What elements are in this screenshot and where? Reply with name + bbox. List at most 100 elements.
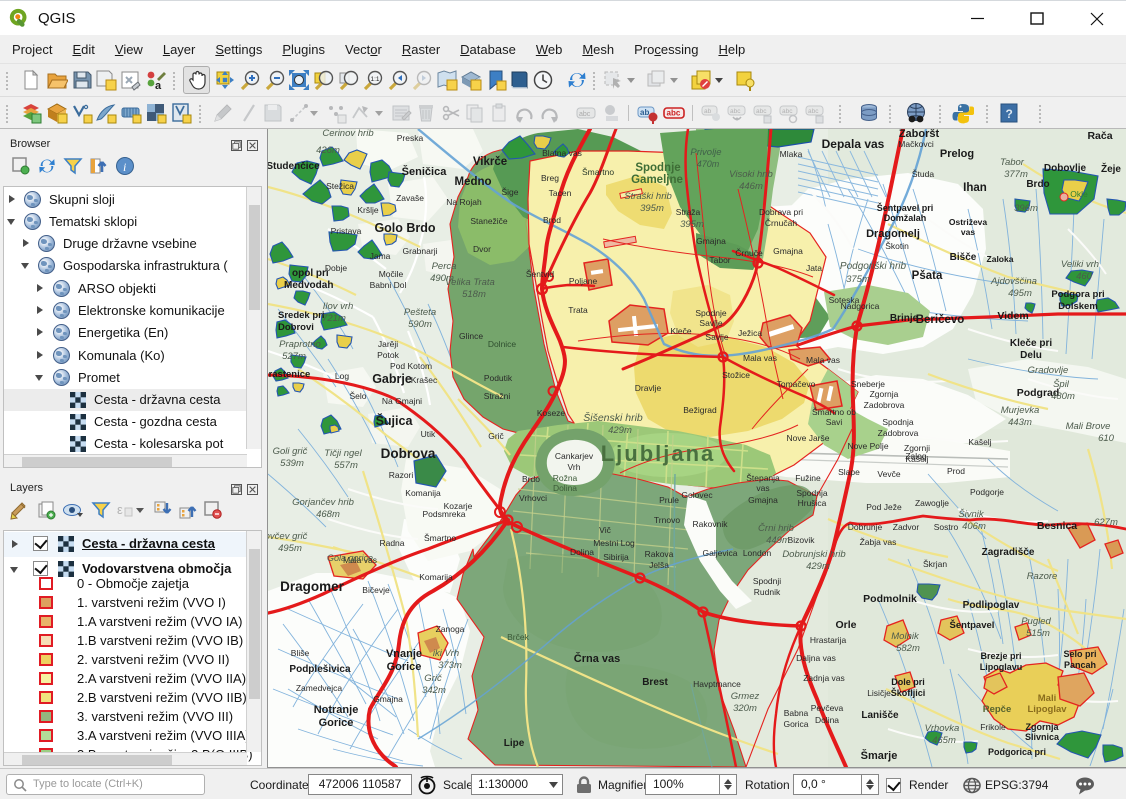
svg-text:Šišenski hrib: Šišenski hrib xyxy=(583,411,643,424)
svg-text:Na Rojah: Na Rojah xyxy=(446,197,482,207)
svg-text:Šentpavel: Šentpavel xyxy=(950,619,995,631)
svg-text:Gradovlje: Gradovlje xyxy=(1028,365,1069,376)
svg-text:Zgornja: Zgornja xyxy=(1026,722,1060,732)
svg-text:Pristava: Pristava xyxy=(331,226,362,236)
svg-text:Šige: Šige xyxy=(501,187,518,197)
svg-text:abc: abc xyxy=(730,108,741,115)
svg-text:?: ? xyxy=(1006,107,1013,121)
svg-text:Tomačevo: Tomačevo xyxy=(777,379,816,389)
svg-text:Ljubljana: Ljubljana xyxy=(601,441,716,466)
svg-text:Brezje pri: Brezje pri xyxy=(980,651,1021,661)
svg-text:Stožice: Stožice xyxy=(722,370,750,380)
svg-text:610: 610 xyxy=(1098,433,1115,444)
svg-text:Zadobrova: Zadobrova xyxy=(864,400,905,410)
svg-text:Gorjančev hrib: Gorjančev hrib xyxy=(292,497,354,508)
svg-text:406m: 406m xyxy=(962,521,986,532)
svg-text:Stanežiče: Stanežiče xyxy=(470,216,508,226)
svg-text:Podgora pri: Podgora pri xyxy=(1051,289,1104,300)
svg-text:Lipoglav: Lipoglav xyxy=(1027,704,1067,715)
svg-text:Zgornji: Zgornji xyxy=(904,443,930,453)
svg-text:Grmez: Grmez xyxy=(731,691,760,702)
svg-text:Daljna vas: Daljna vas xyxy=(796,653,836,663)
svg-text:Veliki vrh: Veliki vrh xyxy=(1061,259,1099,270)
svg-text:Slivnica: Slivnica xyxy=(1025,732,1060,742)
svg-text:Galjevica: Galjevica xyxy=(703,548,738,558)
svg-text:Pod Kotom: Pod Kotom xyxy=(390,361,432,371)
svg-text:Hrastenice: Hrastenice xyxy=(268,369,310,380)
svg-text:Dvor: Dvor xyxy=(473,244,491,254)
svg-text:495m: 495m xyxy=(1008,288,1032,299)
svg-text:Špil: Špil xyxy=(1053,379,1070,390)
svg-text:Lisičje: Lisičje xyxy=(867,688,891,698)
svg-text:Koseze: Koseze xyxy=(537,408,566,418)
svg-text:Podmolnik: Podmolnik xyxy=(863,593,917,605)
svg-text:Videm: Videm xyxy=(997,310,1028,322)
svg-text:Kašelj: Kašelj xyxy=(968,437,991,447)
svg-text:Kozarje: Kozarje xyxy=(444,501,473,511)
svg-text:Brod: Brod xyxy=(543,215,561,225)
svg-text:Škofljici: Škofljici xyxy=(891,687,926,698)
svg-text:vas: vas xyxy=(756,483,769,493)
svg-text:Rakova: Rakova xyxy=(645,549,674,559)
svg-text:Babna: Babna xyxy=(784,708,809,718)
svg-text:Ostriževa: Ostriževa xyxy=(949,217,988,227)
svg-text:i: i xyxy=(123,160,126,174)
svg-text:Velika Trata: Velika Trata xyxy=(445,277,495,288)
svg-text:Zagradišče: Zagradišče xyxy=(982,547,1035,558)
svg-text:Ihan: Ihan xyxy=(963,182,987,194)
svg-text:Šeničica: Šeničica xyxy=(402,165,448,178)
svg-text:Dobrunje: Dobrunje xyxy=(848,522,883,532)
svg-text:Dobrunjski hrib: Dobrunjski hrib xyxy=(782,549,845,560)
svg-text:Črnuče: Črnuče xyxy=(735,248,763,258)
svg-text:Zawoglje: Zawoglje xyxy=(915,498,949,508)
svg-text:Brinje: Brinje xyxy=(890,313,919,324)
svg-text:Domžalah: Domžalah xyxy=(884,213,927,223)
svg-text:Lipe: Lipe xyxy=(504,738,525,749)
svg-text:Podgorica pri: Podgorica pri xyxy=(988,747,1046,757)
svg-text:Šivnik: Šivnik xyxy=(958,509,985,520)
svg-text:Lipoglavu: Lipoglavu xyxy=(980,662,1023,672)
svg-text:Glince: Glince xyxy=(459,331,483,341)
svg-text:Mačkovci: Mačkovci xyxy=(898,139,934,149)
svg-text:Pancah: Pancah xyxy=(1064,660,1096,670)
svg-text:Trata: Trata xyxy=(568,305,588,315)
svg-text:Delu: Delu xyxy=(1020,350,1042,361)
svg-text:Spodnji: Spodnji xyxy=(753,576,781,586)
svg-text:465m: 465m xyxy=(932,735,956,746)
svg-text:vas: vas xyxy=(961,227,975,237)
svg-text:Dolina: Dolina xyxy=(815,715,839,725)
svg-text:Šmartno: Šmartno xyxy=(424,533,456,543)
svg-text:Tacen: Tacen xyxy=(549,188,572,198)
svg-text:Fužine: Fužine xyxy=(795,473,821,483)
svg-text:Čerinov hrib: Čerinov hrib xyxy=(322,129,373,139)
svg-text:Studenčice: Studenčice xyxy=(268,161,320,172)
svg-text:Radna: Radna xyxy=(379,538,404,548)
svg-text:582m: 582m xyxy=(896,643,920,654)
svg-text:Zamedvejca: Zamedvejca xyxy=(296,683,343,693)
svg-text:Depala vas: Depala vas xyxy=(822,137,885,151)
svg-text:Prule: Prule xyxy=(659,495,679,505)
svg-text:Dragomelj: Dragomelj xyxy=(866,228,920,240)
svg-text:Žeje: Žeje xyxy=(1101,162,1121,175)
svg-text:Vič: Vič xyxy=(599,525,611,535)
svg-text:Mali Brove: Mali Brove xyxy=(1066,421,1111,432)
svg-text:460: 460 xyxy=(1076,271,1093,282)
svg-text:Babni Dol: Babni Dol xyxy=(370,280,407,290)
svg-text:Cankarjev: Cankarjev xyxy=(555,451,594,461)
svg-text:Podlipoglav: Podlipoglav xyxy=(963,600,1020,611)
svg-text:Nove Polje: Nove Polje xyxy=(847,441,888,451)
svg-text:Mestni Log: Mestni Log xyxy=(593,538,635,548)
svg-text:Škotin: Škotin xyxy=(885,241,909,251)
svg-text:Vikrče: Vikrče xyxy=(473,156,507,168)
svg-text:Breg: Breg xyxy=(541,173,559,183)
svg-text:Gorice: Gorice xyxy=(387,661,422,673)
svg-text:iki Vrh: iki Vrh xyxy=(433,648,459,659)
svg-text:443m: 443m xyxy=(1008,417,1032,428)
svg-text:Gorice: Gorice xyxy=(319,717,354,729)
svg-text:Pod Ježe: Pod Ježe xyxy=(866,502,902,512)
svg-text:396m: 396m xyxy=(1014,203,1038,214)
svg-text:Pevčeva: Pevčeva xyxy=(811,703,844,713)
svg-text:627m: 627m xyxy=(1094,517,1118,528)
svg-text:Krašec: Krašec xyxy=(411,375,438,385)
svg-text:ab: ab xyxy=(704,108,712,115)
